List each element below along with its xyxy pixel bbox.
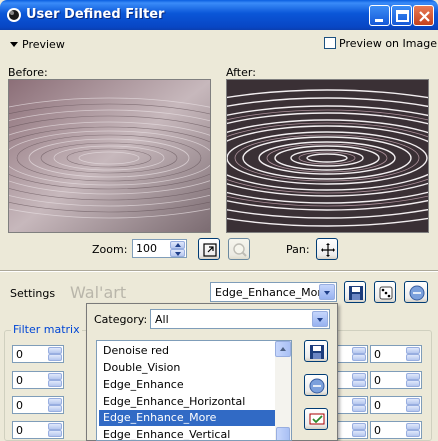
popup-save-button[interactable]	[304, 340, 328, 362]
before-preview-image[interactable]	[8, 79, 211, 233]
matrix-cell[interactable]: 0	[12, 421, 64, 439]
category-value: All	[155, 313, 169, 326]
spin-down-arrow[interactable]	[406, 405, 420, 412]
watermark-text: Wal'art	[70, 283, 127, 302]
popup-remove-button[interactable]	[304, 374, 328, 396]
spin-down-arrow[interactable]	[352, 430, 366, 437]
spin-up-arrow[interactable]	[406, 373, 420, 380]
matrix-cell[interactable]: 0	[12, 371, 64, 389]
spin-down-arrow[interactable]	[352, 354, 366, 361]
list-item-selected[interactable]: Edge_Enhance_More	[99, 410, 275, 426]
list-item[interactable]: Double_Vision	[99, 360, 275, 376]
spin-up-arrow[interactable]	[352, 347, 366, 354]
pan-label: Pan:	[286, 243, 310, 256]
preset-value: Edge_Enhance_More	[215, 286, 329, 299]
spin-up-arrow[interactable]	[406, 423, 420, 430]
scroll-up-button[interactable]	[275, 341, 291, 357]
spin-up-arrow[interactable]	[48, 347, 62, 354]
matrix-cell-value[interactable]: 0	[374, 374, 381, 387]
list-item[interactable]: Edge_Enhance_Vertical	[99, 427, 275, 440]
spin-up-arrow[interactable]	[406, 347, 420, 354]
matrix-cell[interactable]: 0	[370, 396, 422, 414]
filter-matrix-title: Filter matrix	[11, 323, 82, 336]
category-dropdown-arrow[interactable]	[312, 311, 328, 327]
close-button[interactable]	[413, 5, 434, 26]
spin-down-arrow[interactable]	[406, 354, 420, 361]
save-preset-button[interactable]	[344, 281, 366, 303]
popup-edit-button[interactable]	[304, 408, 328, 430]
matrix-cell-value[interactable]: 0	[16, 348, 23, 361]
matrix-cell[interactable]: 0	[12, 345, 64, 363]
after-preview-image[interactable]	[226, 79, 429, 233]
spin-down-arrow[interactable]	[352, 405, 366, 412]
preview-on-image-label: Preview on Image	[339, 37, 437, 50]
spin-up-arrow[interactable]	[352, 373, 366, 380]
matrix-cell[interactable]: 0	[370, 371, 422, 389]
matrix-cell-value[interactable]: 0	[374, 399, 381, 412]
category-dropdown[interactable]: All	[150, 309, 330, 329]
matrix-cell-value[interactable]: 0	[16, 424, 23, 437]
zoom-spinner[interactable]: 100	[132, 239, 187, 258]
preview-toggle-label: Preview	[22, 38, 65, 51]
spin-down-arrow[interactable]	[406, 380, 420, 387]
spin-down-arrow[interactable]	[406, 430, 420, 437]
spin-down-arrow[interactable]	[48, 354, 62, 361]
zoom-fit-button[interactable]	[198, 238, 220, 260]
zoom-label: Zoom:	[92, 243, 128, 256]
spin-up-arrow[interactable]	[406, 398, 420, 405]
spin-down-arrow[interactable]	[48, 430, 62, 437]
randomize-button[interactable]	[374, 281, 396, 303]
matrix-cell-value[interactable]: 0	[16, 374, 23, 387]
spin-up-arrow[interactable]	[48, 398, 62, 405]
spin-down-arrow[interactable]	[352, 380, 366, 387]
preview-on-image-checkbox[interactable]	[324, 37, 336, 49]
category-label: Category:	[94, 313, 148, 326]
scroll-thumb[interactable]	[276, 427, 290, 440]
matrix-cell[interactable]: 0	[12, 396, 64, 414]
maximize-button[interactable]	[391, 5, 412, 26]
collapse-triangle-icon	[10, 42, 18, 47]
title-bar[interactable]: User Defined Filter	[0, 0, 438, 30]
matrix-cell-value[interactable]: 0	[374, 348, 381, 361]
spin-up-arrow[interactable]	[48, 423, 62, 430]
list-item[interactable]: Denoise red	[99, 343, 275, 359]
before-label: Before:	[8, 66, 48, 79]
spin-up-arrow[interactable]	[48, 373, 62, 380]
reset-button[interactable]	[404, 281, 428, 303]
list-item[interactable]: Edge_Enhance	[99, 377, 275, 393]
preset-dropdown-arrow[interactable]	[319, 284, 335, 300]
zoom-down-arrow[interactable]	[170, 249, 185, 257]
app-icon[interactable]	[6, 7, 22, 23]
separator	[0, 270, 438, 272]
preset-list[interactable]: Denoise red Double_Vision Edge_Enhance E…	[96, 340, 292, 441]
spin-up-arrow[interactable]	[352, 423, 366, 430]
matrix-cell[interactable]: 0	[370, 421, 422, 439]
preview-toggle[interactable]: Preview	[10, 38, 65, 51]
list-item[interactable]: Edge_Enhance_Horizontal	[99, 394, 275, 410]
spin-down-arrow[interactable]	[48, 380, 62, 387]
settings-label: Settings	[10, 287, 56, 300]
preset-dropdown[interactable]: Edge_Enhance_More	[210, 282, 337, 302]
spin-down-arrow[interactable]	[48, 405, 62, 412]
spin-up-arrow[interactable]	[352, 398, 366, 405]
zoom-value[interactable]: 100	[136, 242, 157, 255]
window-title: User Defined Filter	[26, 7, 165, 22]
list-scrollbar[interactable]	[275, 341, 291, 440]
matrix-cell-value[interactable]: 0	[374, 424, 381, 437]
zoom-magnifier-button[interactable]	[228, 238, 250, 260]
matrix-cell-value[interactable]: 0	[16, 399, 23, 412]
minimize-button[interactable]	[369, 5, 390, 26]
zoom-up-arrow[interactable]	[170, 241, 185, 249]
pan-button[interactable]	[316, 238, 338, 260]
matrix-cell[interactable]: 0	[370, 345, 422, 363]
after-label: After:	[226, 66, 256, 79]
